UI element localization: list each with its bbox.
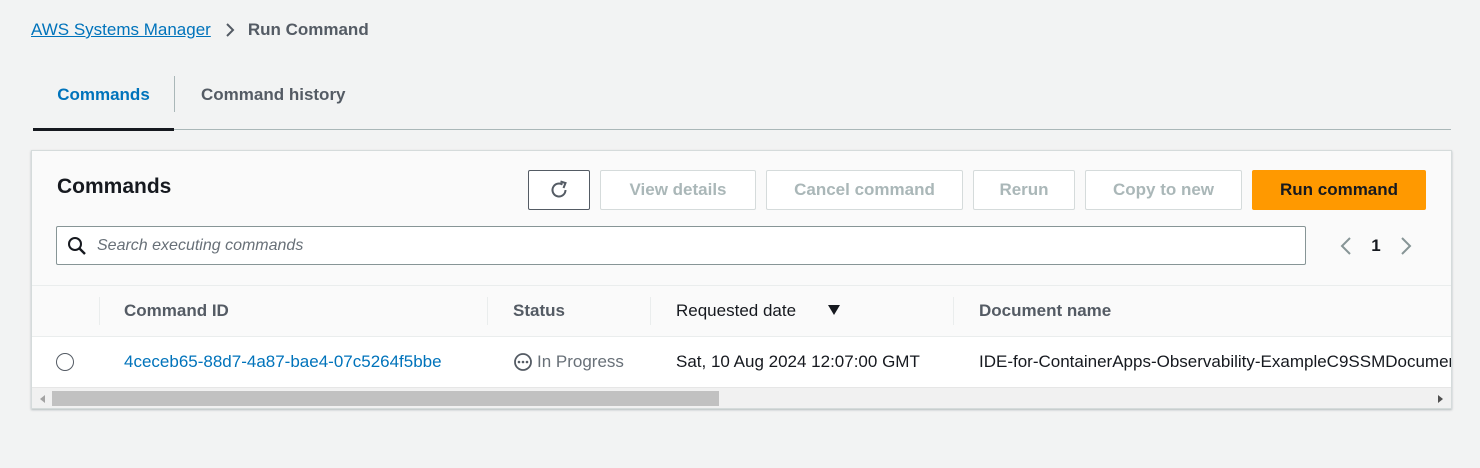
- search-box: [56, 226, 1306, 265]
- column-header-document-name[interactable]: Document name: [979, 286, 1111, 336]
- table-header: Command ID Status Requested date Documen…: [32, 285, 1451, 337]
- breadcrumb: AWS Systems Manager Run Command: [31, 19, 369, 41]
- commands-panel: Commands View details Cancel command Rer…: [31, 150, 1452, 409]
- view-details-button[interactable]: View details: [600, 170, 756, 210]
- row-select-cell: [56, 337, 74, 387]
- breadcrumb-link-systems-manager[interactable]: AWS Systems Manager: [31, 20, 211, 40]
- chevron-right-icon: [224, 22, 236, 38]
- status-text: In Progress: [537, 352, 624, 371]
- next-page-button[interactable]: [1392, 229, 1420, 263]
- chevron-right-icon: [1401, 237, 1412, 255]
- in-progress-icon: [513, 352, 533, 372]
- scroll-left-arrow-icon[interactable]: [34, 388, 52, 408]
- previous-page-button[interactable]: [1332, 229, 1360, 263]
- horizontal-scrollbar[interactable]: [32, 387, 1451, 408]
- sort-descending-icon[interactable]: [827, 304, 841, 316]
- copy-to-new-button[interactable]: Copy to new: [1085, 170, 1242, 210]
- scrollbar-thumb[interactable]: [52, 391, 719, 406]
- run-command-button[interactable]: Run command: [1252, 170, 1426, 210]
- status-cell: In Progress: [513, 337, 624, 387]
- table-row[interactable]: 4ceceb65-88d7-4a87-bae4-07c5264f5bbe In …: [32, 337, 1451, 387]
- requested-date-cell: Sat, 10 Aug 2024 12:07:00 GMT: [676, 352, 920, 371]
- command-id-cell: 4ceceb65-88d7-4a87-bae4-07c5264f5bbe: [124, 337, 442, 387]
- row-select-radio[interactable]: [56, 353, 74, 371]
- column-header-command-id[interactable]: Command ID: [124, 286, 229, 336]
- column-header-status[interactable]: Status: [513, 286, 565, 336]
- column-separator: [99, 297, 100, 325]
- document-name-cell: IDE-for-ContainerApps-Observability-Exam…: [979, 352, 1452, 371]
- column-separator: [953, 297, 954, 325]
- cancel-command-button[interactable]: Cancel command: [766, 170, 963, 210]
- chevron-left-icon: [1340, 237, 1351, 255]
- tab-command-history[interactable]: Command history: [201, 60, 346, 129]
- breadcrumb-current: Run Command: [247, 20, 369, 39]
- column-separator: [650, 297, 651, 325]
- rerun-button[interactable]: Rerun: [973, 170, 1075, 210]
- page-number[interactable]: 1: [1360, 236, 1392, 256]
- refresh-icon: [548, 179, 570, 201]
- pagination: 1: [1332, 229, 1420, 263]
- column-header-requested-date[interactable]: Requested date: [676, 286, 796, 336]
- tab-divider: [174, 76, 175, 112]
- panel-header: Commands View details Cancel command Rer…: [32, 151, 1451, 285]
- column-separator: [487, 297, 488, 325]
- scroll-right-arrow-icon[interactable]: [1431, 388, 1449, 408]
- panel-title: Commands: [57, 175, 172, 198]
- search-input[interactable]: [97, 236, 1247, 255]
- refresh-button[interactable]: [528, 170, 590, 210]
- tab-bar: Commands Command history: [33, 60, 1451, 131]
- command-id-link[interactable]: 4ceceb65-88d7-4a87-bae4-07c5264f5bbe: [124, 352, 442, 372]
- tab-commands[interactable]: Commands: [33, 60, 174, 131]
- search-icon: [67, 236, 87, 256]
